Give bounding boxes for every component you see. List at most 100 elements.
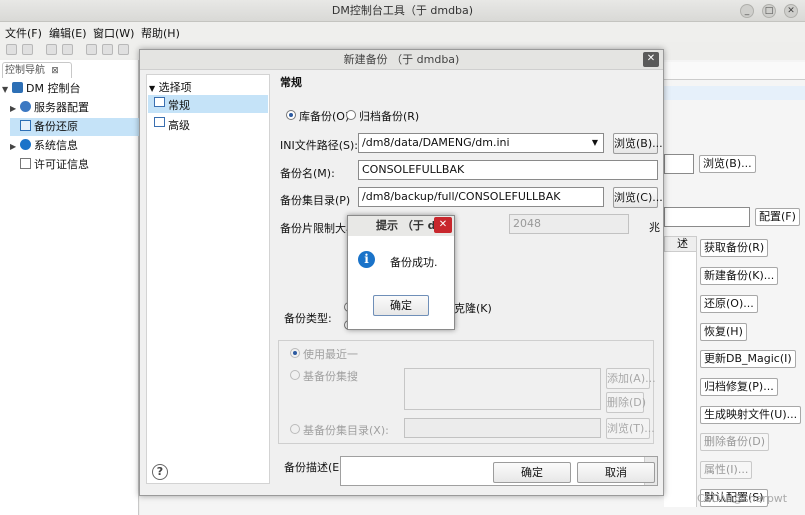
paste-icon[interactable]	[118, 44, 129, 55]
tab-close-icon[interactable]: ⊠	[51, 66, 59, 76]
success-prompt-dialog: 提示 （于 dm ✕ i 备份成功. 确定	[347, 215, 455, 330]
console-icon	[12, 82, 23, 93]
tree-item-backup-restore[interactable]: 备份还原	[10, 118, 139, 136]
cut-icon[interactable]	[86, 44, 97, 55]
ini-browse-button[interactable]: 浏览(B)...	[613, 133, 663, 154]
gear-icon	[20, 101, 31, 112]
info-icon: i	[358, 251, 375, 268]
size-unit-label: 兆	[649, 221, 660, 234]
save-icon[interactable]	[6, 44, 17, 55]
backup-name-input[interactable]: CONSOLEFULLBAK	[358, 160, 658, 180]
ini-path-input[interactable]: /dm8/data/DAMENG/dm.ini	[358, 133, 604, 153]
backup-dir-input[interactable]: /dm8/backup/full/CONSOLEFULLBAK	[358, 187, 604, 207]
save-all-icon[interactable]	[22, 44, 33, 55]
backup-name-label: 备份名(M):	[280, 167, 335, 180]
base-set-list[interactable]	[404, 368, 601, 410]
remove-button[interactable]: 删除(D)	[606, 392, 646, 413]
prompt-close-button[interactable]: ✕	[434, 217, 452, 233]
get-backup-button[interactable]: 获取备份(R)	[700, 239, 769, 257]
menu-window[interactable]: 窗口(W)	[93, 25, 134, 41]
prompt-ok-button[interactable]: 确定	[373, 295, 429, 316]
collapse-arrow-icon[interactable]: ▼	[2, 81, 12, 99]
page-icon	[154, 117, 165, 127]
expand-arrow-icon[interactable]: ▶	[10, 138, 20, 156]
background-dir-input[interactable]	[664, 207, 750, 227]
generate-map-file-button[interactable]: 生成映射文件(U)...	[700, 406, 802, 424]
base-dir-label: 基备份集目录(X):	[303, 424, 389, 437]
piece-size-input[interactable]: 2048	[509, 214, 629, 234]
tree-item-label: 系统信息	[34, 139, 78, 152]
menu-bar: 文件(F) 编辑(E) 窗口(W) 帮助(H)	[0, 22, 805, 42]
base-set-search-radio[interactable]	[290, 370, 300, 380]
tree-item-license-info[interactable]: 许可证信息	[10, 156, 138, 174]
ok-button[interactable]: 确定	[493, 462, 571, 483]
tree-item-label: 高级	[168, 119, 190, 132]
tree-item-advanced[interactable]: 高级	[148, 115, 268, 133]
redo-icon[interactable]	[62, 44, 73, 55]
tree-item-system-info[interactable]: ▶ 系统信息	[10, 137, 138, 155]
config-button[interactable]: 配置(F)	[755, 208, 800, 226]
window-title: DM控制台工具（于 dmdba)	[0, 0, 805, 22]
expand-arrow-icon[interactable]: ▶	[10, 100, 20, 118]
archive-backup-label: 归档备份(R)	[359, 110, 420, 123]
background-browse-button[interactable]: 浏览(B)...	[699, 155, 756, 173]
use-latest-label: 使用最近一	[303, 348, 358, 361]
navigator-tab[interactable]: 控制导航 ⊠	[2, 62, 72, 78]
delete-backup-button[interactable]: 删除备份(D)	[700, 433, 770, 451]
dialog-content: 常规 库备份(O) 归档备份(R) INI文件路径(S): /dm8/data/…	[274, 70, 663, 490]
use-latest-radio[interactable]	[290, 348, 300, 358]
piece-size-label: 备份片限制大小	[280, 222, 357, 235]
clone-label: 克隆(K)	[454, 302, 492, 315]
maximize-button[interactable]: □	[762, 4, 776, 18]
restore-button[interactable]: 还原(O)...	[700, 295, 758, 313]
close-button[interactable]: ✕	[784, 4, 798, 18]
copy-icon[interactable]	[102, 44, 113, 55]
backup-table-body[interactable]	[664, 252, 697, 507]
tree-item-label: 服务器配置	[34, 101, 89, 114]
info-icon	[20, 139, 31, 150]
backup-type-label: 备份类型:	[284, 312, 332, 325]
undo-icon[interactable]	[46, 44, 57, 55]
archive-repair-button[interactable]: 归档修复(P)...	[700, 378, 778, 396]
option-tree-header: ▼ 选择项	[149, 79, 192, 95]
table-header: 述	[664, 236, 697, 252]
menu-file[interactable]: 文件(F)	[5, 25, 42, 41]
backup-icon	[20, 120, 31, 131]
description-label: 备份描述(E):	[284, 461, 348, 474]
tree-item-server-config[interactable]: ▶ 服务器配置	[10, 99, 138, 117]
tree-item-label: 备份还原	[34, 120, 78, 133]
tree-item-dm-console[interactable]: ▼ DM 控制台	[2, 80, 138, 98]
dialog-close-button[interactable]: ✕	[643, 52, 659, 67]
tree-item-general[interactable]: 常规	[148, 95, 268, 113]
base-dir-input[interactable]	[404, 418, 601, 438]
tree-item-label: 许可证信息	[34, 158, 89, 171]
dialog-title: 新建备份 （于 dmdba)	[140, 50, 663, 70]
navigator-tab-label: 控制导航	[5, 65, 45, 76]
cancel-button[interactable]: 取消	[577, 462, 655, 483]
watermark: CSDN @sharpwt	[697, 492, 788, 505]
base-dir-radio[interactable]	[290, 424, 300, 434]
update-db-magic-button[interactable]: 更新DB_Magic(I)	[700, 350, 796, 368]
dropdown-arrow-icon[interactable]: ▼	[586, 133, 604, 153]
minimize-button[interactable]: _	[740, 4, 754, 18]
dir-browse-button[interactable]: 浏览(C)...	[613, 187, 663, 208]
db-backup-radio[interactable]	[286, 110, 296, 120]
tree-item-label: 常规	[168, 99, 190, 112]
prompt-message: 备份成功.	[390, 256, 438, 269]
editor-tab-strip	[664, 62, 805, 80]
editor-header-band	[664, 86, 805, 100]
menu-edit[interactable]: 编辑(E)	[49, 25, 87, 41]
recover-button[interactable]: 恢复(H)	[700, 323, 747, 341]
backup-dir-label: 备份集目录(P)	[280, 194, 351, 207]
add-button[interactable]: 添加(A)...	[606, 368, 656, 389]
page-icon	[154, 97, 165, 107]
archive-backup-radio[interactable]	[346, 110, 356, 120]
section-title: 常规	[280, 76, 302, 89]
background-path-input[interactable]	[664, 154, 694, 174]
base-browse-button[interactable]: 浏览(T)...	[606, 418, 655, 439]
help-icon[interactable]: ?	[152, 464, 168, 480]
new-backup-button[interactable]: 新建备份(K)...	[700, 267, 779, 285]
properties-button[interactable]: 属性(I)...	[700, 461, 753, 479]
menu-help[interactable]: 帮助(H)	[141, 25, 180, 41]
dialog-option-tree: ▼ 选择项 常规 高级	[146, 74, 270, 484]
